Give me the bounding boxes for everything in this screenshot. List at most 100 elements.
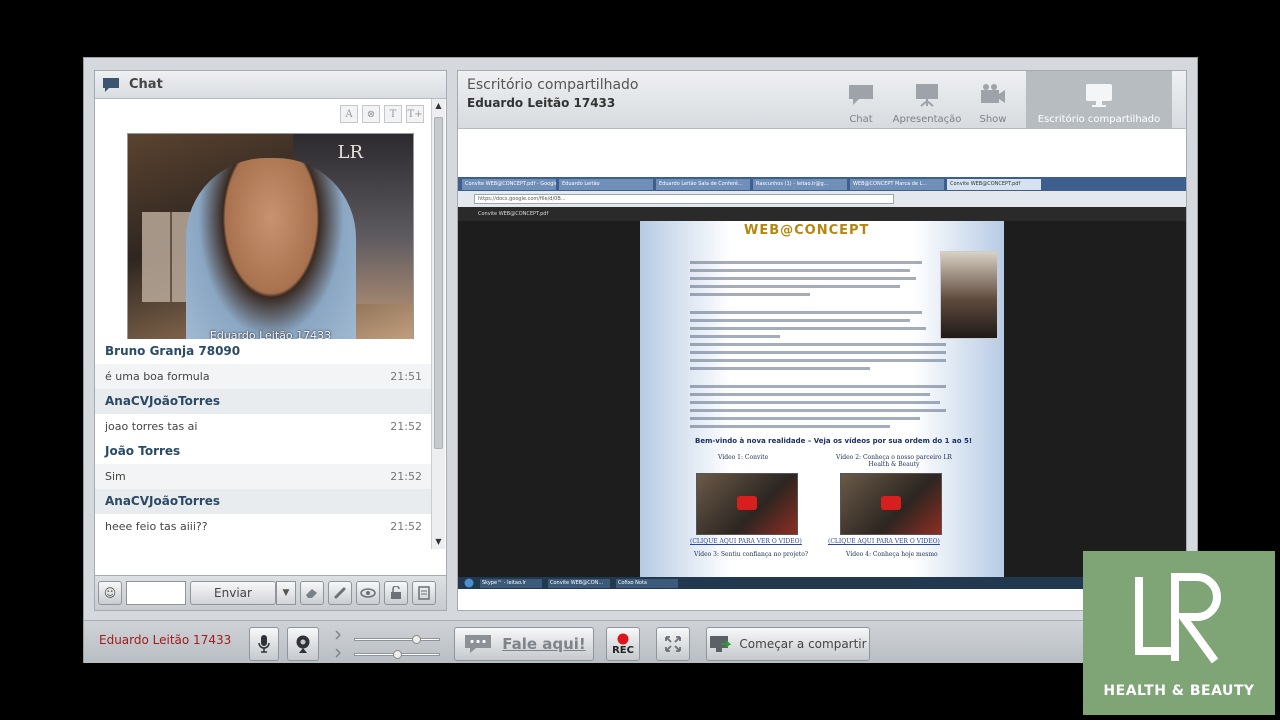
webinar-app-window: Chat A ⊗ T T+ LR Eduardo Leitão 17433 Br… [83,57,1198,663]
tab-show[interactable]: Show [960,71,1026,129]
eraser-button[interactable] [300,581,324,605]
pdf-text-line [690,311,922,314]
pdf-text-line [690,343,946,346]
share-screen-icon [710,636,732,652]
pdf-text-line [690,327,926,330]
pdf-text-line [690,393,930,396]
text-size-increase-button[interactable]: T+ [406,105,424,123]
slider-knob[interactable] [393,650,402,659]
font-style-button[interactable]: A [340,105,358,123]
talk-label: Fale aqui! [502,635,586,653]
tab-label: Apresentação [892,114,962,125]
chat-bubble-icon [103,77,119,92]
text-size-button[interactable]: T [384,105,402,123]
camera-icon [981,84,1005,103]
video1-thumbnail[interactable] [696,473,798,535]
webcam-icon [296,635,310,653]
shared-office-header: Escritório compartilhado Eduardo Leitão … [458,71,1186,129]
message-author: AnaCVJoãoTorres [95,489,432,514]
save-log-button[interactable] [412,581,436,605]
browser-tab: Convite WEB@CONCEPT.pdf [947,178,1041,190]
pdf-headline: Bem-vindo à nova realidade – Veja os víd… [695,437,973,445]
play-icon [737,496,757,510]
pdf-text-line [690,269,910,272]
slider-knob[interactable] [411,635,421,644]
webcam-button[interactable] [287,627,319,661]
lr-health-beauty-logo: HEALTH & BEAUTY [1083,551,1275,715]
chevron-down-icon: ▼ [282,588,290,598]
pdf-text-line [690,319,910,322]
pdf-text-line [690,285,900,288]
expand-icon [665,636,681,652]
chat-header: Chat [95,71,446,99]
message-time: 21:52 [390,420,422,433]
scroll-down-icon[interactable]: ▼ [432,535,445,549]
pdf-text-line [690,351,946,354]
speaker-volume-slider[interactable] [354,635,440,644]
pdf-text-line [690,409,946,412]
message-row: joao torres tas ai 21:52 [95,414,432,439]
link-button[interactable] [328,581,352,605]
view-button[interactable] [356,581,380,605]
tab-presentation[interactable]: Apresentação [892,71,962,129]
chat-message-input[interactable] [126,581,186,605]
tab-shared-office[interactable]: Escritório compartilhado [1026,71,1172,129]
send-button[interactable]: Enviar [190,581,276,605]
chat-icon [849,85,873,105]
message-row: Sim 21:52 [95,464,432,489]
logo-tagline: HEALTH & BEAUTY [1103,683,1255,699]
pdf-text-line [690,359,946,362]
start-sharing-button[interactable]: Começar a compartir [706,627,870,661]
send-options-dropdown[interactable]: ▼ [276,581,296,605]
clear-format-button[interactable]: ⊗ [362,105,380,123]
taskbar-item: Cofixo Nota [616,578,678,588]
speech-bubble-icon [465,635,492,653]
video2-thumbnail[interactable] [840,473,942,535]
taskbar-item: Convite WEB@CON... [548,578,610,588]
emoji-button[interactable]: ☺ [98,581,122,605]
bottom-control-bar: Eduardo Leitão 17433 Fale aqui! REC Come… [84,620,1197,663]
record-label: REC [612,644,634,656]
message-author: AnaCVJoãoTorres [95,389,432,414]
browser-tab: Eduardo Leitão [559,178,653,190]
chat-scrollbar[interactable]: ▲ ▼ [431,99,445,549]
smiley-icon: ☺ [103,586,117,600]
chat-title: Chat [129,77,163,92]
message-text: heee feio tas aiii?? [105,520,208,533]
fullscreen-button[interactable] [656,627,690,661]
message-time: 21:52 [390,470,422,483]
pdf-couple-photo [940,251,998,339]
current-user-name: Eduardo Leitão 17433 [99,633,232,647]
presenter-video: LR Eduardo Leitão 17433 [127,133,414,349]
panel-subtitle: Eduardo Leitão 17433 [467,96,616,110]
presentation-icon [916,84,938,107]
mode-tabs: Chat Apresentação Show Escritório compar… [828,71,1172,129]
os-taskbar: Skype™ - leitao.lr Convite WEB@CON... Co… [458,577,1186,589]
video2-label: Vídeo 2: Conheça o nosso parceiro LR Hea… [836,454,952,468]
chat-messages: Bruno Granja 78090 é uma boa formula 21:… [95,339,432,539]
microphone-volume-slider[interactable] [354,650,440,659]
video3-label: Vídeo 3: Sentiu confiança no projeto? [694,551,809,558]
tab-chat[interactable]: Chat [828,71,894,129]
shared-screen[interactable]: Convite WEB@CONCEPT.pdf - Google Drive E… [458,177,1186,589]
browser-tab: Convite WEB@CONCEPT.pdf - Google Drive [462,178,556,190]
tab-label: Show [979,114,1007,125]
record-button[interactable]: REC [606,627,640,661]
pdf-page: WEB@CONCEPT Bem-vindo à nova realidade –… [640,221,1004,577]
microphone-button[interactable] [249,627,279,661]
windows-start-icon [464,578,474,588]
video1-label: Vídeo 1: Convite [718,454,769,461]
talk-button[interactable]: Fale aqui! [454,627,594,661]
monitor-icon [1086,84,1112,107]
browser-url-bar: https://docs.google.com/file/d/0B... [474,194,894,204]
eraser-icon [306,589,317,598]
scroll-thumb[interactable] [434,117,443,449]
lr-logo-icon: LR [337,142,363,163]
scroll-up-icon[interactable]: ▲ [432,99,445,113]
video1-link[interactable]: (CLIQUE AQUI PARA VER O VIDEO) [690,538,802,545]
message-time: 21:51 [390,370,422,383]
video2-link[interactable]: (CLIQUE AQUI PARA VER O VIDEO) [828,538,940,545]
unlock-button[interactable] [384,581,408,605]
chat-panel: Chat A ⊗ T T+ LR Eduardo Leitão 17433 Br… [94,70,447,610]
start-sharing-label: Começar a compartir [739,637,867,651]
